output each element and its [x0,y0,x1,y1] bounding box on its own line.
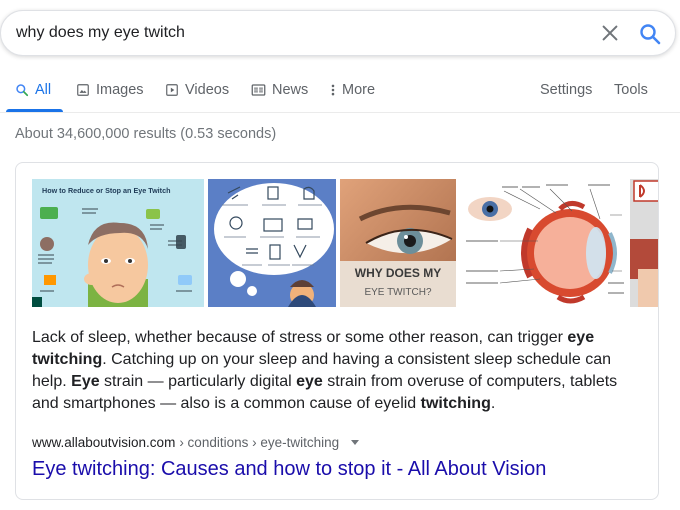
search-icon [16,84,29,97]
active-tab-indicator [6,109,63,112]
news-icon [251,84,266,96]
search-tabs: All Images Videos News More Settings Too… [0,74,680,113]
snippet-segment: Lack of sleep, whether because of stress… [32,329,568,346]
search-bar[interactable]: why does my eye twitch [0,10,676,56]
tab-label: More [342,82,376,98]
snippet-highlight: eye [296,373,323,390]
result-domain: www.allaboutvision.com [32,435,176,450]
close-icon[interactable] [599,22,621,44]
result-stats: About 34,600,000 results (0.53 seconds) [15,126,277,142]
result-title-link[interactable]: Eye twitching: Causes and how to stop it… [32,458,546,481]
tab-label: Videos [185,82,230,98]
snippet-highlight: Eye [71,373,100,390]
infographic-title: How to Reduce or Stop an Eye Twitch [42,186,170,195]
snippet-image-4[interactable] [460,179,626,307]
tab-images[interactable]: Images [76,82,144,98]
tools-link[interactable]: Tools [614,82,648,98]
featured-snippet: How to Reduce or Stop an Eye Twitch WHY … [15,162,659,500]
tab-news[interactable]: News [251,82,308,98]
settings-link[interactable]: Settings [540,82,592,98]
image-icon [77,84,89,96]
search-input[interactable]: why does my eye twitch [16,24,185,42]
tab-all[interactable]: All [15,82,51,98]
image-caption-line1: WHY DOES MY [355,266,441,280]
result-breadcrumb: › conditions › eye-twitching [179,435,340,450]
tab-more[interactable]: More [330,82,375,98]
tab-label: Images [96,82,144,98]
search-icon[interactable] [638,22,662,46]
snippet-image-1[interactable]: How to Reduce or Stop an Eye Twitch [32,179,204,307]
tab-videos[interactable]: Videos [165,82,229,98]
snippet-image-3[interactable]: WHY DOES MY EYE TWITCH? [340,179,456,307]
image-caption-line2: EYE TWITCH? [364,287,431,298]
snippet-image-5[interactable] [630,179,658,307]
image-strip: How to Reduce or Stop an Eye Twitch WHY … [32,179,658,307]
snippet-segment: . [490,395,496,412]
tab-label: All [35,82,52,98]
snippet-segment: strain — particularly digital [99,373,297,390]
tab-label: News [272,82,309,98]
snippet-image-2[interactable] [208,179,336,307]
chevron-down-icon[interactable] [351,440,360,445]
snippet-text: Lack of sleep, whether because of stress… [32,327,644,415]
result-url: www.allaboutvision.com › conditions › ey… [32,435,360,450]
more-vert-icon [331,84,335,96]
video-icon [166,84,178,96]
snippet-highlight: twitching [420,395,491,412]
